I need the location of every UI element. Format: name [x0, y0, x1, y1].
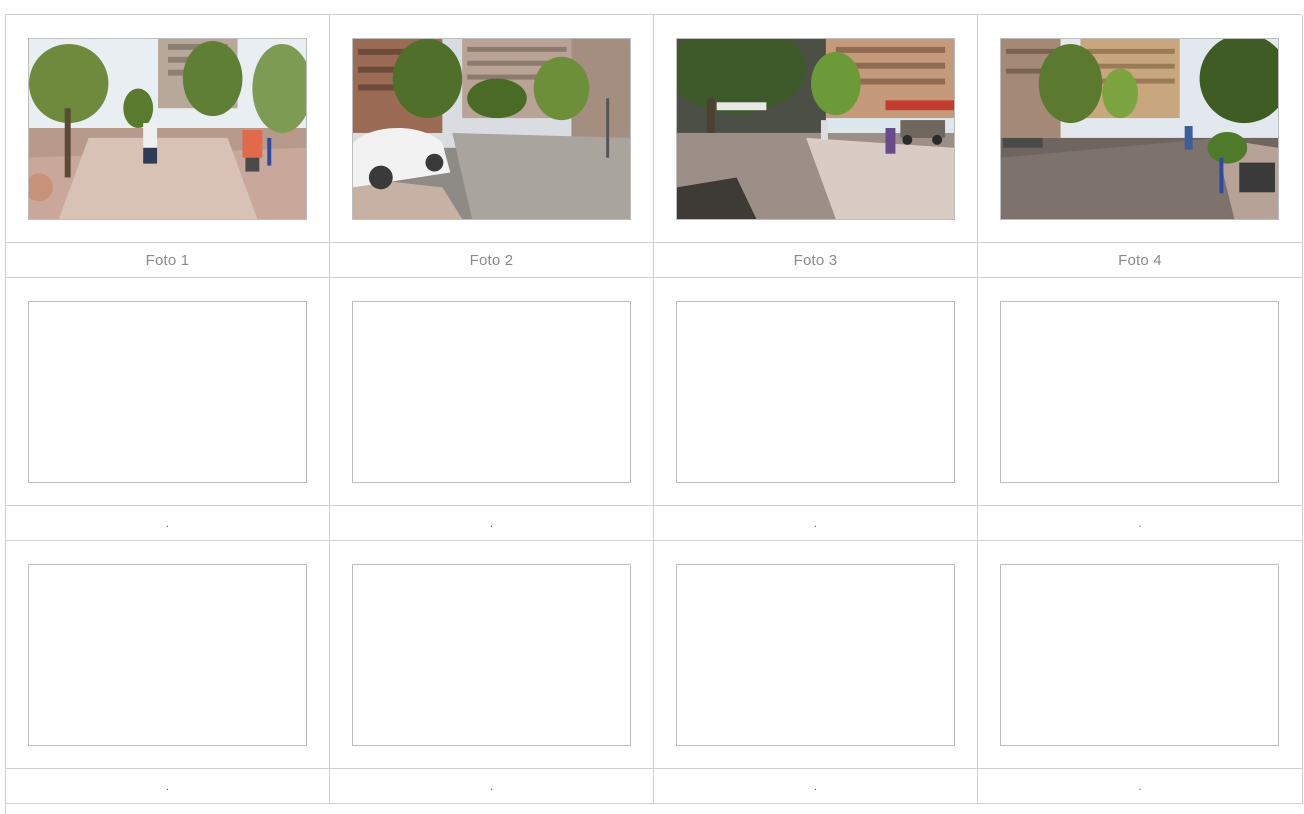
caption-12: . [978, 769, 1303, 804]
photo-cell-12 [978, 541, 1303, 769]
caption-text: Foto 1 [145, 251, 190, 269]
photo-cell-11 [654, 541, 978, 769]
photo-grid: Foto 1 Foto 2 Foto 3 Foto 4 . . . . . . … [6, 15, 1303, 804]
photo-9-empty-slot[interactable] [28, 564, 307, 746]
caption-8: . [978, 506, 1303, 541]
photo-8-empty-slot[interactable] [1000, 301, 1279, 483]
photo-7-empty-slot[interactable] [676, 301, 955, 483]
photo-cell-6 [330, 278, 654, 506]
caption-11: . [654, 769, 978, 804]
street-photo-image [353, 39, 630, 219]
photo-3[interactable] [676, 38, 955, 220]
caption-text: Foto 3 [793, 251, 838, 269]
caption-text: Foto 2 [469, 251, 514, 269]
photo-4[interactable] [1000, 38, 1279, 220]
photo-cell-8 [978, 278, 1303, 506]
photo-cell-7 [654, 278, 978, 506]
caption-text: . [813, 516, 818, 530]
caption-6: . [330, 506, 654, 541]
photo-cell-2 [330, 15, 654, 243]
caption-10: . [330, 769, 654, 804]
caption-9: . [6, 769, 330, 804]
photo-cell-9 [6, 541, 330, 769]
caption-text: . [1138, 516, 1142, 530]
caption-4: Foto 4 [978, 243, 1303, 278]
caption-text: . [165, 779, 170, 793]
street-photo-image [1001, 39, 1278, 219]
caption-text: . [165, 516, 170, 530]
caption-3: Foto 3 [654, 243, 978, 278]
photo-cell-3 [654, 15, 978, 243]
photo-10-empty-slot[interactable] [352, 564, 631, 746]
photo-cell-1 [6, 15, 330, 243]
caption-text: . [813, 779, 818, 793]
photo-2[interactable] [352, 38, 631, 220]
street-photo-image [29, 39, 306, 219]
caption-text: . [1138, 779, 1142, 793]
street-photo-image [677, 39, 954, 219]
photo-cell-10 [330, 541, 654, 769]
photo-cell-5 [6, 278, 330, 506]
photo-5-empty-slot[interactable] [28, 301, 307, 483]
caption-1: Foto 1 [6, 243, 330, 278]
photo-cell-4 [978, 15, 1303, 243]
caption-text: . [489, 779, 494, 793]
photo-12-empty-slot[interactable] [1000, 564, 1279, 746]
photo-6-empty-slot[interactable] [352, 301, 631, 483]
photo-1[interactable] [28, 38, 307, 220]
caption-text: . [489, 516, 494, 530]
caption-5: . [6, 506, 330, 541]
photo-sheet: Foto 1 Foto 2 Foto 3 Foto 4 . . . . . . … [5, 14, 1303, 814]
caption-2: Foto 2 [330, 243, 654, 278]
caption-7: . [654, 506, 978, 541]
caption-text: Foto 4 [1118, 251, 1162, 269]
photo-11-empty-slot[interactable] [676, 564, 955, 746]
